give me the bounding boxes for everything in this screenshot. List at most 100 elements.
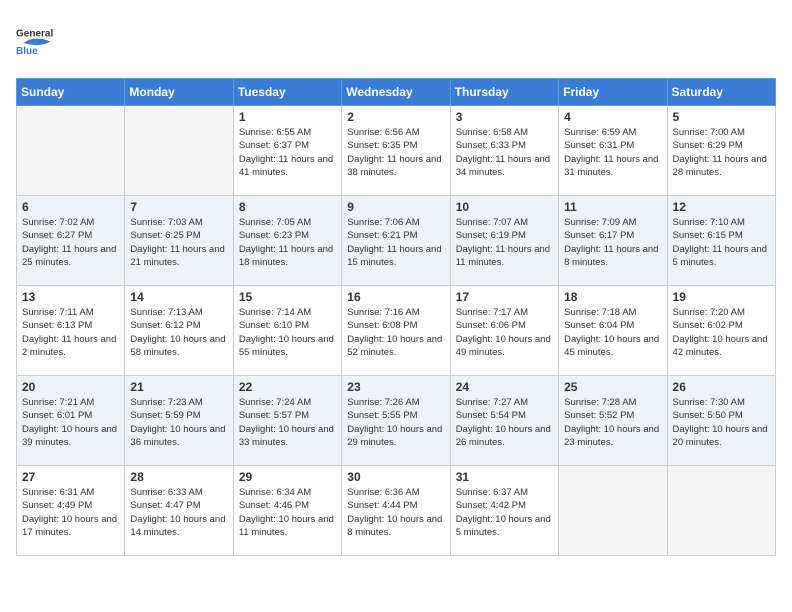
day-number: 7 bbox=[130, 200, 227, 214]
sunrise-text: Sunrise: 6:37 AM bbox=[456, 487, 528, 498]
sunset-text: Sunset: 5:54 PM bbox=[456, 410, 526, 421]
calendar-cell: 3 Sunrise: 6:58 AM Sunset: 6:33 PM Dayli… bbox=[450, 106, 558, 196]
daylight-text: Daylight: 11 hours and 28 minutes. bbox=[673, 154, 767, 178]
svg-text:Blue: Blue bbox=[16, 46, 38, 57]
daylight-text: Daylight: 10 hours and 5 minutes. bbox=[456, 514, 551, 538]
sunset-text: Sunset: 6:02 PM bbox=[673, 320, 743, 331]
sunrise-text: Sunrise: 6:55 AM bbox=[239, 127, 311, 138]
sunset-text: Sunset: 6:25 PM bbox=[130, 230, 200, 241]
daylight-text: Daylight: 10 hours and 42 minutes. bbox=[673, 334, 768, 358]
day-number: 22 bbox=[239, 380, 336, 394]
calendar-cell: 6 Sunrise: 7:02 AM Sunset: 6:27 PM Dayli… bbox=[17, 196, 125, 286]
sunset-text: Sunset: 6:06 PM bbox=[456, 320, 526, 331]
day-number: 14 bbox=[130, 290, 227, 304]
calendar-cell: 28 Sunrise: 6:33 AM Sunset: 4:47 PM Dayl… bbox=[125, 466, 233, 556]
day-number: 25 bbox=[564, 380, 661, 394]
calendar-cell: 9 Sunrise: 7:06 AM Sunset: 6:21 PM Dayli… bbox=[342, 196, 450, 286]
calendar-cell: 13 Sunrise: 7:11 AM Sunset: 6:13 PM Dayl… bbox=[17, 286, 125, 376]
daylight-text: Daylight: 10 hours and 20 minutes. bbox=[673, 424, 768, 448]
svg-text:General: General bbox=[16, 29, 53, 40]
calendar-cell: 11 Sunrise: 7:09 AM Sunset: 6:17 PM Dayl… bbox=[559, 196, 667, 286]
calendar-cell: 12 Sunrise: 7:10 AM Sunset: 6:15 PM Dayl… bbox=[667, 196, 775, 286]
daylight-text: Daylight: 11 hours and 38 minutes. bbox=[347, 154, 441, 178]
sunset-text: Sunset: 6:35 PM bbox=[347, 140, 417, 151]
day-info: Sunrise: 7:16 AM Sunset: 6:08 PM Dayligh… bbox=[347, 306, 444, 359]
calendar-cell: 19 Sunrise: 7:20 AM Sunset: 6:02 PM Dayl… bbox=[667, 286, 775, 376]
calendar-cell: 23 Sunrise: 7:26 AM Sunset: 5:55 PM Dayl… bbox=[342, 376, 450, 466]
calendar-cell: 2 Sunrise: 6:56 AM Sunset: 6:35 PM Dayli… bbox=[342, 106, 450, 196]
week-row-1: 1 Sunrise: 6:55 AM Sunset: 6:37 PM Dayli… bbox=[17, 106, 776, 196]
day-number: 15 bbox=[239, 290, 336, 304]
daylight-text: Daylight: 11 hours and 34 minutes. bbox=[456, 154, 550, 178]
daylight-text: Daylight: 11 hours and 18 minutes. bbox=[239, 244, 333, 268]
sunset-text: Sunset: 6:23 PM bbox=[239, 230, 309, 241]
week-row-2: 6 Sunrise: 7:02 AM Sunset: 6:27 PM Dayli… bbox=[17, 196, 776, 286]
calendar-cell: 17 Sunrise: 7:17 AM Sunset: 6:06 PM Dayl… bbox=[450, 286, 558, 376]
day-number: 1 bbox=[239, 110, 336, 124]
day-number: 30 bbox=[347, 470, 444, 484]
sunset-text: Sunset: 6:27 PM bbox=[22, 230, 92, 241]
day-number: 10 bbox=[456, 200, 553, 214]
calendar-cell: 8 Sunrise: 7:05 AM Sunset: 6:23 PM Dayli… bbox=[233, 196, 341, 286]
calendar-cell: 31 Sunrise: 6:37 AM Sunset: 4:42 PM Dayl… bbox=[450, 466, 558, 556]
day-info: Sunrise: 7:18 AM Sunset: 6:04 PM Dayligh… bbox=[564, 306, 661, 359]
sunset-text: Sunset: 6:37 PM bbox=[239, 140, 309, 151]
sunrise-text: Sunrise: 7:24 AM bbox=[239, 397, 311, 408]
sunrise-text: Sunrise: 6:56 AM bbox=[347, 127, 419, 138]
day-number: 17 bbox=[456, 290, 553, 304]
sunrise-text: Sunrise: 7:26 AM bbox=[347, 397, 419, 408]
daylight-text: Daylight: 11 hours and 2 minutes. bbox=[22, 334, 116, 358]
page-header: General Blue bbox=[16, 16, 776, 66]
sunrise-text: Sunrise: 7:18 AM bbox=[564, 307, 636, 318]
sunrise-text: Sunrise: 6:33 AM bbox=[130, 487, 202, 498]
sunrise-text: Sunrise: 7:00 AM bbox=[673, 127, 745, 138]
calendar-cell: 5 Sunrise: 7:00 AM Sunset: 6:29 PM Dayli… bbox=[667, 106, 775, 196]
sunset-text: Sunset: 4:42 PM bbox=[456, 500, 526, 511]
sunset-text: Sunset: 6:10 PM bbox=[239, 320, 309, 331]
sunset-text: Sunset: 6:13 PM bbox=[22, 320, 92, 331]
week-row-3: 13 Sunrise: 7:11 AM Sunset: 6:13 PM Dayl… bbox=[17, 286, 776, 376]
calendar-cell: 25 Sunrise: 7:28 AM Sunset: 5:52 PM Dayl… bbox=[559, 376, 667, 466]
calendar-cell: 30 Sunrise: 6:36 AM Sunset: 4:44 PM Dayl… bbox=[342, 466, 450, 556]
header-row: SundayMondayTuesdayWednesdayThursdayFrid… bbox=[17, 79, 776, 106]
calendar-cell: 26 Sunrise: 7:30 AM Sunset: 5:50 PM Dayl… bbox=[667, 376, 775, 466]
daylight-text: Daylight: 11 hours and 21 minutes. bbox=[130, 244, 224, 268]
daylight-text: Daylight: 10 hours and 36 minutes. bbox=[130, 424, 225, 448]
calendar-cell: 20 Sunrise: 7:21 AM Sunset: 6:01 PM Dayl… bbox=[17, 376, 125, 466]
sunrise-text: Sunrise: 7:27 AM bbox=[456, 397, 528, 408]
col-header-tuesday: Tuesday bbox=[233, 79, 341, 106]
daylight-text: Daylight: 10 hours and 23 minutes. bbox=[564, 424, 659, 448]
sunrise-text: Sunrise: 7:06 AM bbox=[347, 217, 419, 228]
calendar-cell: 27 Sunrise: 6:31 AM Sunset: 4:49 PM Dayl… bbox=[17, 466, 125, 556]
daylight-text: Daylight: 10 hours and 55 minutes. bbox=[239, 334, 334, 358]
day-info: Sunrise: 6:59 AM Sunset: 6:31 PM Dayligh… bbox=[564, 126, 661, 179]
day-number: 11 bbox=[564, 200, 661, 214]
day-info: Sunrise: 7:27 AM Sunset: 5:54 PM Dayligh… bbox=[456, 396, 553, 449]
sunrise-text: Sunrise: 7:21 AM bbox=[22, 397, 94, 408]
sunset-text: Sunset: 6:33 PM bbox=[456, 140, 526, 151]
daylight-text: Daylight: 10 hours and 14 minutes. bbox=[130, 514, 225, 538]
day-info: Sunrise: 6:34 AM Sunset: 4:46 PM Dayligh… bbox=[239, 486, 336, 539]
daylight-text: Daylight: 11 hours and 31 minutes. bbox=[564, 154, 658, 178]
day-info: Sunrise: 7:02 AM Sunset: 6:27 PM Dayligh… bbox=[22, 216, 119, 269]
sunrise-text: Sunrise: 7:16 AM bbox=[347, 307, 419, 318]
daylight-text: Daylight: 11 hours and 41 minutes. bbox=[239, 154, 333, 178]
daylight-text: Daylight: 10 hours and 58 minutes. bbox=[130, 334, 225, 358]
calendar-cell: 1 Sunrise: 6:55 AM Sunset: 6:37 PM Dayli… bbox=[233, 106, 341, 196]
daylight-text: Daylight: 11 hours and 8 minutes. bbox=[564, 244, 658, 268]
sunset-text: Sunset: 5:52 PM bbox=[564, 410, 634, 421]
day-number: 31 bbox=[456, 470, 553, 484]
daylight-text: Daylight: 10 hours and 39 minutes. bbox=[22, 424, 117, 448]
day-number: 20 bbox=[22, 380, 119, 394]
day-info: Sunrise: 7:26 AM Sunset: 5:55 PM Dayligh… bbox=[347, 396, 444, 449]
day-number: 2 bbox=[347, 110, 444, 124]
day-info: Sunrise: 7:07 AM Sunset: 6:19 PM Dayligh… bbox=[456, 216, 553, 269]
sunrise-text: Sunrise: 6:31 AM bbox=[22, 487, 94, 498]
sunset-text: Sunset: 4:49 PM bbox=[22, 500, 92, 511]
logo: General Blue bbox=[16, 16, 66, 66]
calendar-cell: 16 Sunrise: 7:16 AM Sunset: 6:08 PM Dayl… bbox=[342, 286, 450, 376]
col-header-sunday: Sunday bbox=[17, 79, 125, 106]
daylight-text: Daylight: 11 hours and 25 minutes. bbox=[22, 244, 116, 268]
sunset-text: Sunset: 5:50 PM bbox=[673, 410, 743, 421]
sunset-text: Sunset: 6:01 PM bbox=[22, 410, 92, 421]
